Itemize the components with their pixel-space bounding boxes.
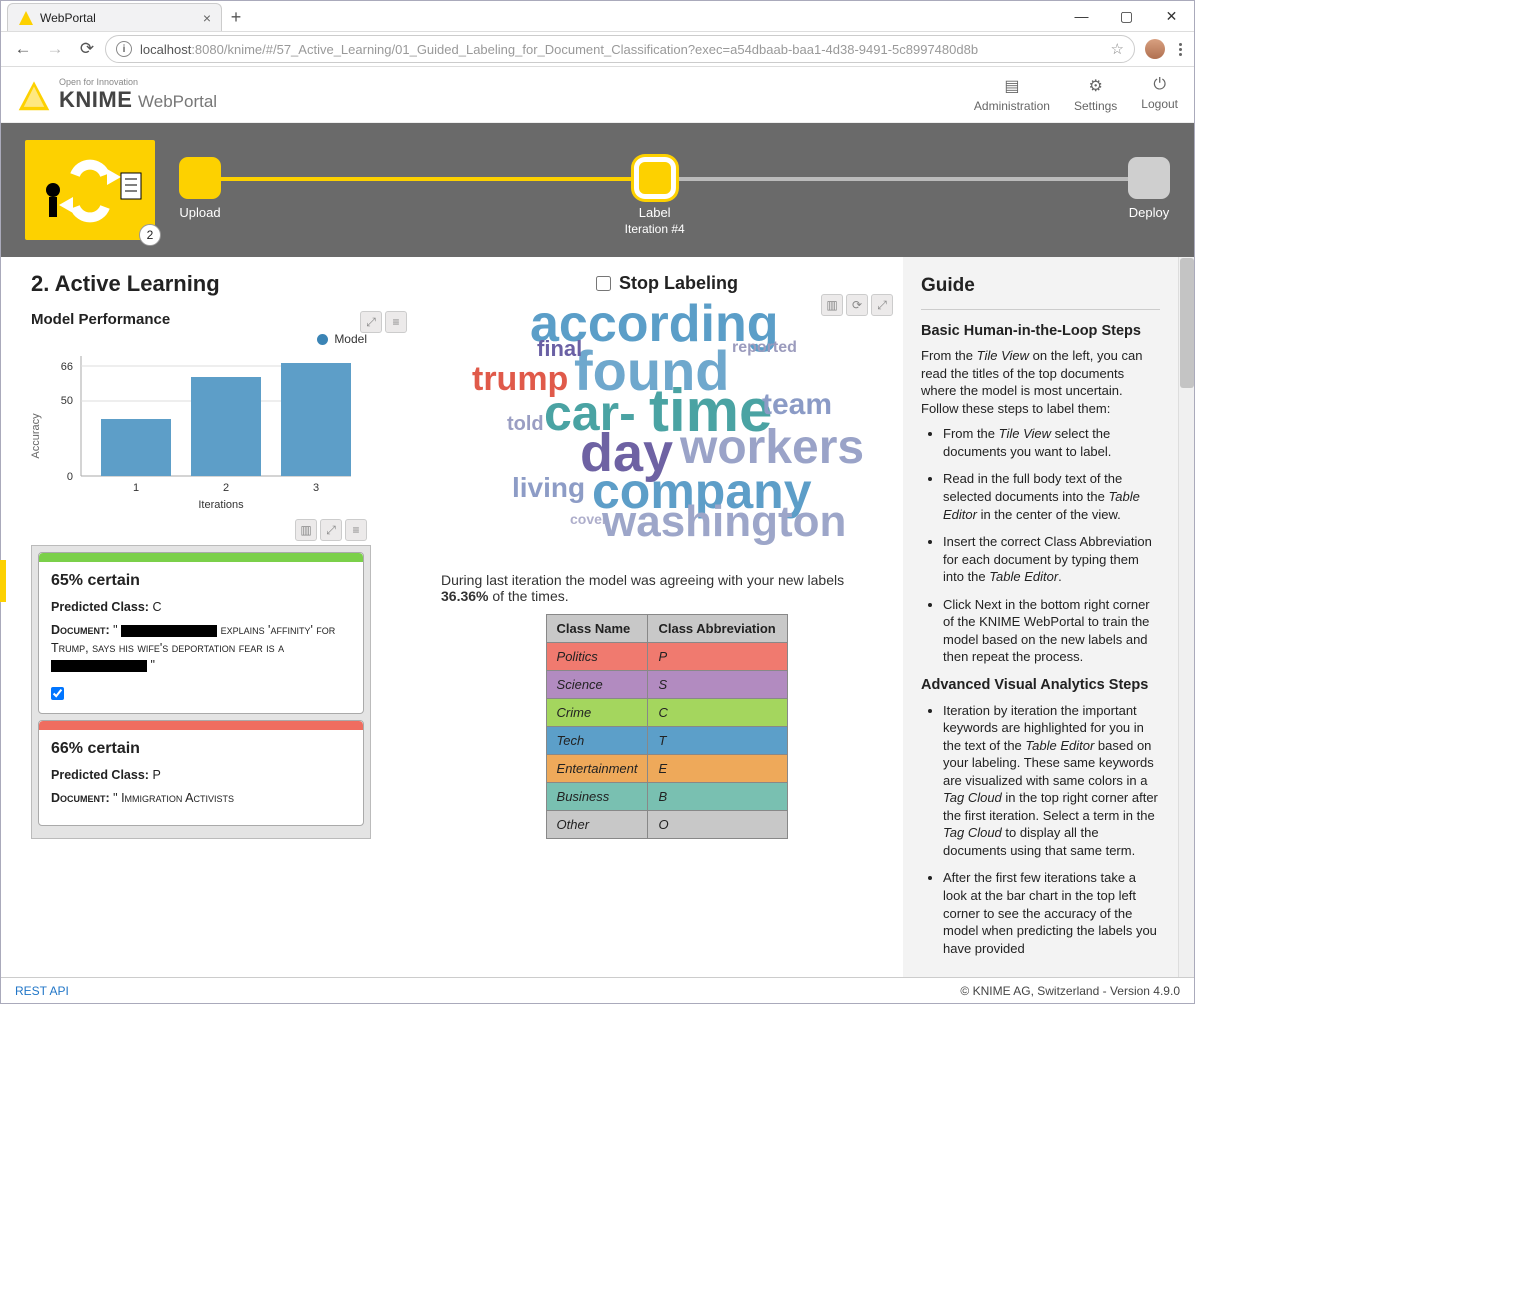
chart-title: Model Performance xyxy=(31,311,407,328)
window-titlebar: WebPortal × + — ▢ ✕ xyxy=(1,1,1194,31)
class-row: OtherO xyxy=(546,811,788,839)
forward-button[interactable]: → xyxy=(41,35,69,63)
class-row: ScienceS xyxy=(546,671,788,699)
svg-text:Iterations: Iterations xyxy=(198,499,244,511)
power-icon: ⏻ xyxy=(1153,76,1166,94)
class-row: PoliticsP xyxy=(546,643,788,671)
redacted-text xyxy=(51,660,147,672)
class-table-header: Class Name xyxy=(546,615,648,643)
chart-legend: Model xyxy=(31,332,407,346)
class-row: EntertainmentE xyxy=(546,755,788,783)
admin-icon: ▤ xyxy=(1004,76,1019,96)
redacted-text xyxy=(121,625,217,637)
svg-text:66: 66 xyxy=(61,361,73,373)
new-tab-button[interactable]: + xyxy=(222,3,250,31)
stop-labeling-label: Stop Labeling xyxy=(619,273,738,294)
profile-avatar[interactable] xyxy=(1145,39,1165,59)
step-label[interactable]: LabelIteration #4 xyxy=(625,157,685,236)
tiles-config-icon[interactable]: ▥ xyxy=(295,519,317,541)
cloud-word[interactable]: reported xyxy=(732,340,797,356)
workflow-badge-count: 2 xyxy=(139,224,161,246)
cloud-word[interactable]: told xyxy=(507,414,544,434)
chart-expand-icon[interactable]: ⤢ xyxy=(360,311,382,333)
tiles-menu-icon[interactable]: ≡ xyxy=(345,519,367,541)
class-table-header: Class Abbreviation xyxy=(648,615,788,643)
stop-labeling-checkbox[interactable] xyxy=(596,276,611,291)
gear-icon: ⚙ xyxy=(1088,76,1102,96)
step-upload[interactable]: Upload xyxy=(179,157,221,220)
settings-link[interactable]: ⚙Settings xyxy=(1074,76,1117,113)
svg-text:2: 2 xyxy=(223,482,229,494)
url-text: localhost:8080/knime/#/57_Active_Learnin… xyxy=(140,42,1103,57)
logout-link[interactable]: ⏻Logout xyxy=(1141,76,1178,113)
step-deploy[interactable]: Deploy xyxy=(1128,157,1170,220)
vertical-scrollbar[interactable] xyxy=(1178,257,1194,977)
cloud-word[interactable]: washington xyxy=(602,500,846,544)
cloud-word[interactable]: final xyxy=(537,338,582,360)
browser-tab[interactable]: WebPortal × xyxy=(7,3,222,31)
portal-header: Open for Innovation KNIME WebPortal ▤Adm… xyxy=(1,67,1194,123)
section-heading: 2. Active Learning xyxy=(31,271,407,297)
tab-title: WebPortal xyxy=(40,11,96,25)
window-maximize-button[interactable]: ▢ xyxy=(1104,1,1149,31)
guide-panel: Guide Basic Human-in-the-Loop Steps From… xyxy=(903,257,1178,977)
workflow-badge-icon xyxy=(35,155,145,225)
footer: REST API © KNIME AG, Switzerland - Versi… xyxy=(1,977,1194,1003)
workflow-badge[interactable]: 2 xyxy=(25,140,155,240)
version-text: © KNIME AG, Switzerland - Version 4.9.0 xyxy=(960,984,1180,998)
reload-button[interactable]: ⟳ xyxy=(73,35,101,63)
svg-text:50: 50 xyxy=(61,395,73,407)
rest-api-link[interactable]: REST API xyxy=(15,984,69,998)
cloud-word[interactable]: living xyxy=(512,474,585,502)
tiles-expand-icon[interactable]: ⤢ xyxy=(320,519,342,541)
class-table: Class NameClass Abbreviation PoliticsPSc… xyxy=(546,614,789,839)
tile-select-checkbox[interactable] xyxy=(51,687,64,700)
tile-certainty: 65% certain xyxy=(51,572,351,590)
url-input[interactable]: i localhost:8080/knime/#/57_Active_Learn… xyxy=(105,35,1135,63)
svg-text:1: 1 xyxy=(133,482,139,494)
tag-cloud[interactable]: accordingfoundfinalreportedtrumpcar-time… xyxy=(452,298,882,558)
guide-heading: Advanced Visual Analytics Steps xyxy=(921,676,1160,696)
legend-swatch xyxy=(317,334,328,345)
window-close-button[interactable]: ✕ xyxy=(1149,1,1194,31)
bookmark-icon[interactable]: ☆ xyxy=(1111,40,1124,58)
tile-list: 65% certain Predicted Class: C Document:… xyxy=(31,545,371,839)
left-edge-handle[interactable] xyxy=(0,560,6,602)
accuracy-chart-panel: ⤢ ≡ Model Performance Model Accuracy 0 5… xyxy=(31,311,407,519)
cloud-word[interactable]: team xyxy=(762,390,832,420)
back-button[interactable]: ← xyxy=(9,35,37,63)
favicon-knime xyxy=(18,10,34,26)
knime-triangle-icon xyxy=(17,78,51,112)
svg-text:0: 0 xyxy=(67,471,73,483)
svg-text:Accuracy: Accuracy xyxy=(31,413,42,459)
administration-link[interactable]: ▤Administration xyxy=(974,76,1050,113)
agreement-text: During last iteration the model was agre… xyxy=(441,572,893,604)
window-minimize-button[interactable]: — xyxy=(1059,1,1104,31)
logo-tagline: Open for Innovation xyxy=(59,77,217,87)
close-tab-icon[interactable]: × xyxy=(203,11,211,25)
svg-text:3: 3 xyxy=(313,482,319,494)
workflow-progress-bar: 2 Upload LabelIteration #4 Deploy xyxy=(1,123,1194,257)
accuracy-bar-chart: Accuracy 0 50 66 1 2 3 xyxy=(31,346,371,516)
logo-brand: KNIME xyxy=(59,87,132,112)
browser-menu-button[interactable] xyxy=(1175,39,1186,60)
tile-certainty: 66% certain xyxy=(51,740,351,758)
address-bar: ← → ⟳ i localhost:8080/knime/#/57_Active… xyxy=(1,31,1194,67)
class-row: BusinessB xyxy=(546,783,788,811)
guide-heading: Basic Human-in-the-Loop Steps xyxy=(921,322,1160,342)
chart-menu-icon[interactable]: ≡ xyxy=(385,311,407,333)
class-row: CrimeC xyxy=(546,699,788,727)
tile-item[interactable]: 65% certain Predicted Class: C Document:… xyxy=(38,552,364,714)
tile-item[interactable]: 66% certain Predicted Class: P Document:… xyxy=(38,720,364,827)
knime-logo[interactable]: Open for Innovation KNIME WebPortal xyxy=(17,77,217,113)
class-row: TechT xyxy=(546,727,788,755)
guide-title: Guide xyxy=(921,273,1160,299)
stop-labeling-row: Stop Labeling xyxy=(441,273,893,294)
site-info-icon[interactable]: i xyxy=(116,41,132,57)
logo-subbrand: WebPortal xyxy=(138,92,217,111)
